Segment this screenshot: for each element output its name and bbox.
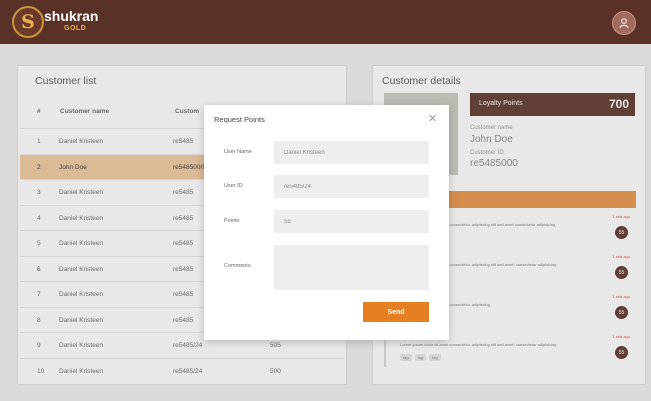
- user-id-label: User ID: [224, 183, 243, 189]
- user-name-label: User Name: [224, 149, 252, 155]
- points-label: Points: [224, 218, 240, 224]
- user-id-field[interactable]: [274, 175, 429, 198]
- points-field[interactable]: [274, 210, 429, 233]
- brand-name: shukran: [44, 8, 99, 24]
- user-name-field[interactable]: [274, 141, 429, 164]
- request-points-modal: Request Points ✕ User Name User ID Point…: [204, 105, 449, 340]
- logo-icon: S: [12, 6, 44, 38]
- comments-field[interactable]: [274, 245, 429, 290]
- modal-title: Request Points: [214, 115, 265, 124]
- comments-label: Comments: [224, 263, 251, 269]
- brand-sub: GOLD: [64, 25, 87, 32]
- close-icon[interactable]: ✕: [428, 112, 437, 125]
- send-button[interactable]: Send: [363, 302, 429, 322]
- user-avatar-icon[interactable]: [612, 11, 636, 35]
- top-bar: S shukran GOLD: [0, 0, 651, 44]
